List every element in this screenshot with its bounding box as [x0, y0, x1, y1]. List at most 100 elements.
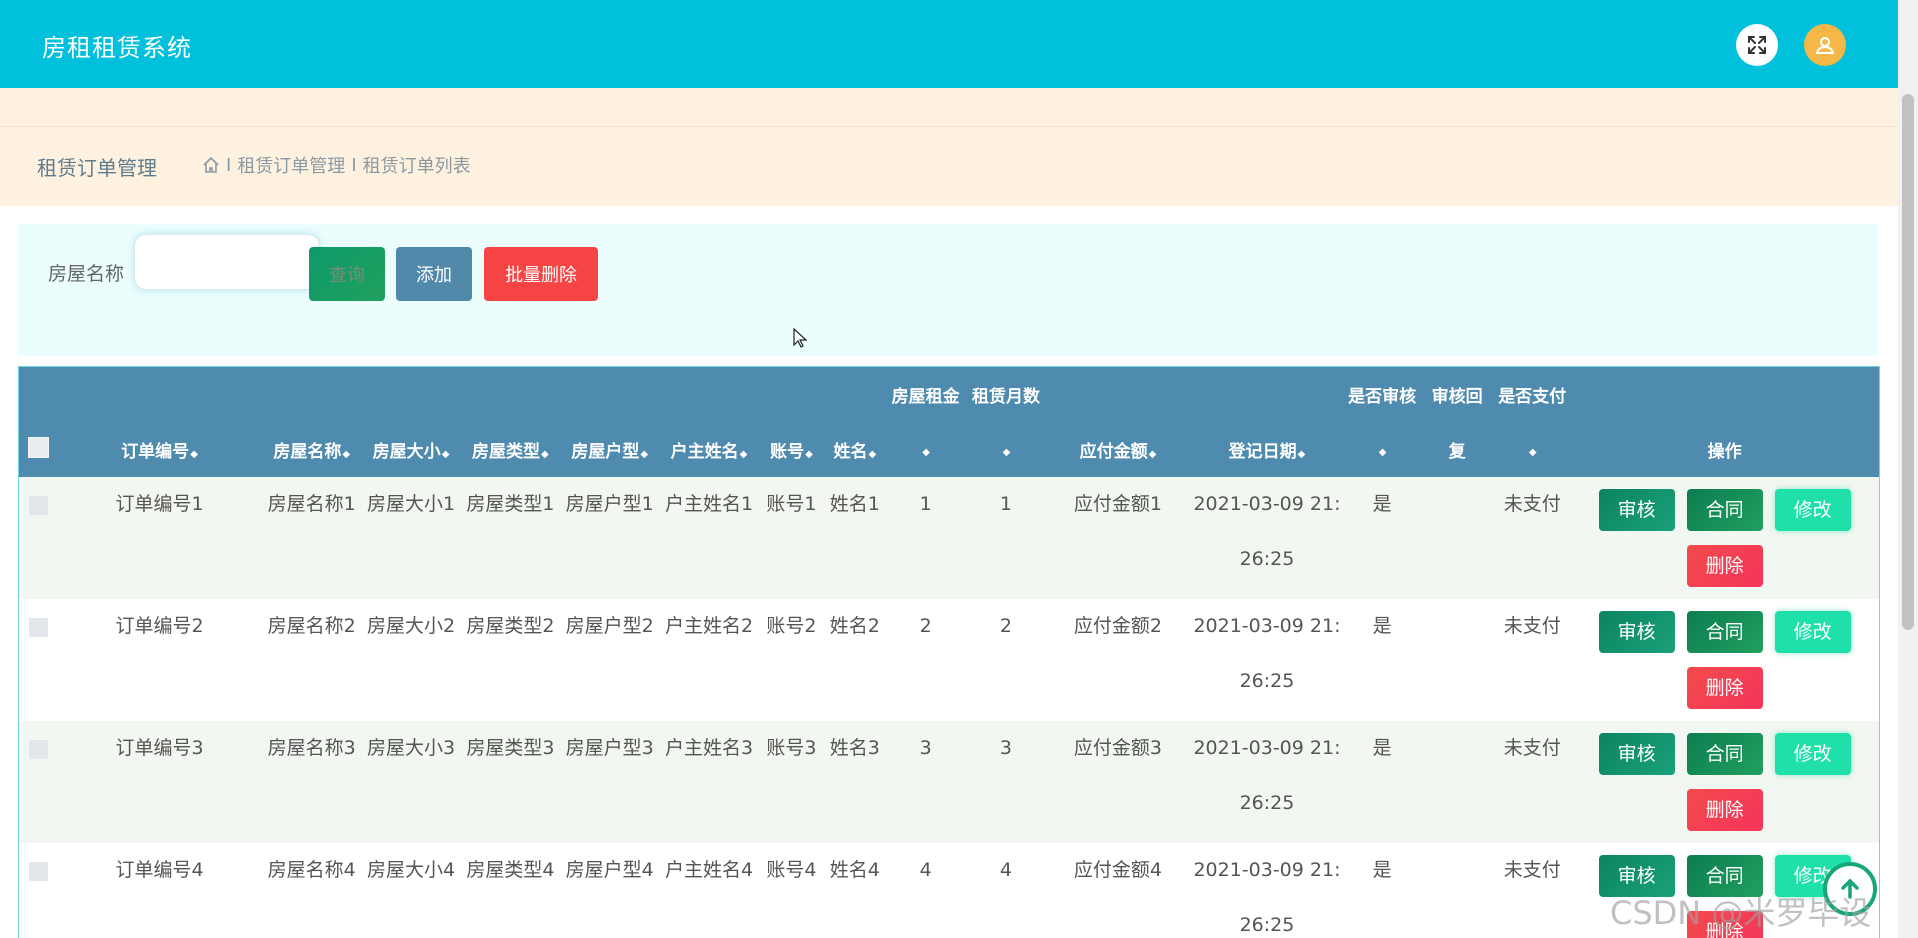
review-button[interactable]: 审核	[1598, 611, 1675, 653]
mouse-cursor-icon	[793, 328, 807, 348]
cell-reg-date: 2021-03-09 21:26:25	[1189, 599, 1345, 721]
edit-button[interactable]: 修改	[1774, 489, 1851, 531]
header-actions: 操作	[1570, 422, 1879, 477]
header-order-no[interactable]: 订单编号◆	[57, 422, 263, 477]
expand-icon	[1748, 36, 1766, 54]
header-paid[interactable]: ◆	[1494, 422, 1571, 477]
cell-reviewed: 是	[1344, 477, 1421, 599]
review-button[interactable]: 审核	[1598, 733, 1675, 775]
sort-icon: ◆	[441, 449, 450, 460]
cell-owner-name: 户主姓名1	[659, 477, 759, 599]
delete-button[interactable]: 删除	[1686, 789, 1763, 831]
fullscreen-button[interactable]	[1736, 24, 1778, 66]
watermark: CSDN @米罗毕设	[1610, 894, 1872, 932]
scrollbar-thumb[interactable]	[1902, 94, 1914, 630]
divider	[0, 126, 1898, 127]
user-menu-button[interactable]	[1804, 24, 1846, 66]
breadcrumb-item-order-list: 租赁订单列表	[362, 156, 471, 177]
cell-house-layout: 房屋户型3	[560, 721, 660, 843]
cell-amount-due: 应付金额1	[1046, 477, 1190, 599]
header-house-size[interactable]: 房屋大小◆	[361, 422, 461, 477]
contract-button[interactable]: 合同	[1686, 611, 1763, 653]
cell-house-type: 房屋类型3	[460, 721, 561, 843]
cell-rent: 1	[885, 477, 966, 599]
header-rent-top: 房屋租金	[885, 367, 966, 422]
header-house-name[interactable]: 房屋名称◆	[262, 422, 362, 477]
header-amount-due[interactable]: 应付金额◆	[1046, 422, 1190, 477]
cell-account: 账号1	[758, 477, 825, 599]
select-all-checkbox[interactable]	[27, 436, 49, 458]
sort-icon: ◆	[1002, 446, 1011, 458]
header-house-layout[interactable]: 房屋户型◆	[560, 422, 660, 477]
header-owner-name[interactable]: 户主姓名◆	[659, 422, 759, 477]
cell-amount-due: 应付金额2	[1046, 599, 1190, 721]
header-months-top: 租赁月数	[965, 367, 1047, 422]
breadcrumb-item-order-mgmt[interactable]: 租赁订单管理	[237, 152, 345, 178]
cell-reg-date: 2021-03-09 21:26:25	[1189, 843, 1345, 938]
cell-review-reply	[1420, 599, 1495, 721]
search-panel: 房屋名称 查询 添加 批量删除	[18, 224, 1878, 356]
user-icon	[1815, 37, 1835, 54]
orders-table-container: 房屋租金 租赁月数 是否审核 审核回 是否支付 订单编号◆ 房屋名称◆ 房屋大小…	[18, 366, 1880, 938]
row-checkbox[interactable]	[28, 496, 48, 515]
batch-delete-button[interactable]: 批量删除	[484, 247, 598, 301]
query-button[interactable]: 查询	[309, 247, 385, 301]
row-checkbox-cell[interactable]	[19, 721, 58, 843]
cell-house-name: 房屋名称2	[262, 599, 362, 721]
breadcrumb: I 租赁订单管理 I 租赁订单列表	[202, 152, 471, 178]
sort-icon: ◆	[640, 449, 649, 460]
row-checkbox-cell[interactable]	[19, 843, 58, 938]
edit-button[interactable]: 修改	[1774, 611, 1851, 653]
header-name[interactable]: 姓名◆	[824, 422, 886, 477]
cell-house-layout: 房屋户型2	[560, 599, 660, 721]
cell-review-reply	[1420, 843, 1495, 938]
table-row: 订单编号1 房屋名称1 房屋大小1 房屋类型1 房屋户型1 户主姓名1 账号1 姓名1 1 1 应付…	[19, 477, 1879, 599]
home-icon[interactable]	[202, 156, 220, 174]
header-months[interactable]: ◆	[965, 422, 1047, 477]
review-button[interactable]: 审核	[1598, 489, 1675, 531]
add-button[interactable]: 添加	[396, 247, 472, 301]
row-checkbox-cell[interactable]	[19, 477, 58, 599]
contract-button[interactable]: 合同	[1686, 733, 1763, 775]
cell-house-type: 房屋类型2	[460, 599, 561, 721]
cell-months: 4	[965, 843, 1047, 938]
header-account[interactable]: 账号◆	[758, 422, 825, 477]
sort-icon: ◆	[805, 449, 813, 460]
cell-paid: 未支付	[1494, 721, 1571, 843]
cell-house-name: 房屋名称1	[262, 477, 362, 599]
select-all-checkbox-cell[interactable]	[19, 422, 58, 477]
cell-order-no: 订单编号2	[57, 599, 263, 721]
cell-order-no: 订单编号1	[57, 477, 263, 599]
row-checkbox[interactable]	[28, 740, 48, 759]
delete-button[interactable]: 删除	[1686, 545, 1763, 587]
header-review-reply-top: 审核回	[1420, 367, 1495, 422]
sort-icon: ◆	[922, 446, 930, 458]
cell-reg-date: 2021-03-09 21:26:25	[1189, 477, 1345, 599]
contract-button[interactable]: 合同	[1686, 489, 1763, 531]
row-checkbox[interactable]	[28, 862, 48, 881]
edit-button[interactable]: 修改	[1774, 733, 1851, 775]
house-name-search-input[interactable]	[134, 234, 320, 290]
delete-button[interactable]: 删除	[1686, 667, 1763, 709]
header-house-type[interactable]: 房屋类型◆	[460, 422, 561, 477]
page-title: 租赁订单管理	[37, 156, 157, 180]
table-row: 订单编号4 房屋名称4 房屋大小4 房屋类型4 房屋户型4 户主姓名4 账号4 姓名4 4 4 应付…	[19, 843, 1879, 938]
cell-actions: 审核 合同 修改 删除	[1570, 721, 1879, 843]
top-navbar: 房租租赁系统	[0, 0, 1898, 88]
row-checkbox[interactable]	[28, 618, 48, 637]
header-reg-date[interactable]: 登记日期◆	[1189, 422, 1345, 477]
cell-paid: 未支付	[1494, 599, 1571, 721]
sort-icon: ◆	[1378, 446, 1387, 458]
header-rent[interactable]: ◆	[885, 422, 966, 477]
sort-icon: ◆	[1297, 449, 1306, 460]
header-reviewed[interactable]: ◆	[1344, 422, 1421, 477]
row-checkbox-cell[interactable]	[19, 599, 58, 721]
cell-order-no: 订单编号4	[57, 843, 263, 938]
cell-house-layout: 房屋户型1	[560, 477, 660, 599]
cell-paid: 未支付	[1494, 477, 1571, 599]
cell-review-reply	[1420, 477, 1495, 599]
cell-months: 1	[965, 477, 1047, 599]
cell-months: 3	[965, 721, 1047, 843]
cell-house-type: 房屋类型4	[460, 843, 561, 938]
header-paid-top: 是否支付	[1494, 367, 1571, 422]
